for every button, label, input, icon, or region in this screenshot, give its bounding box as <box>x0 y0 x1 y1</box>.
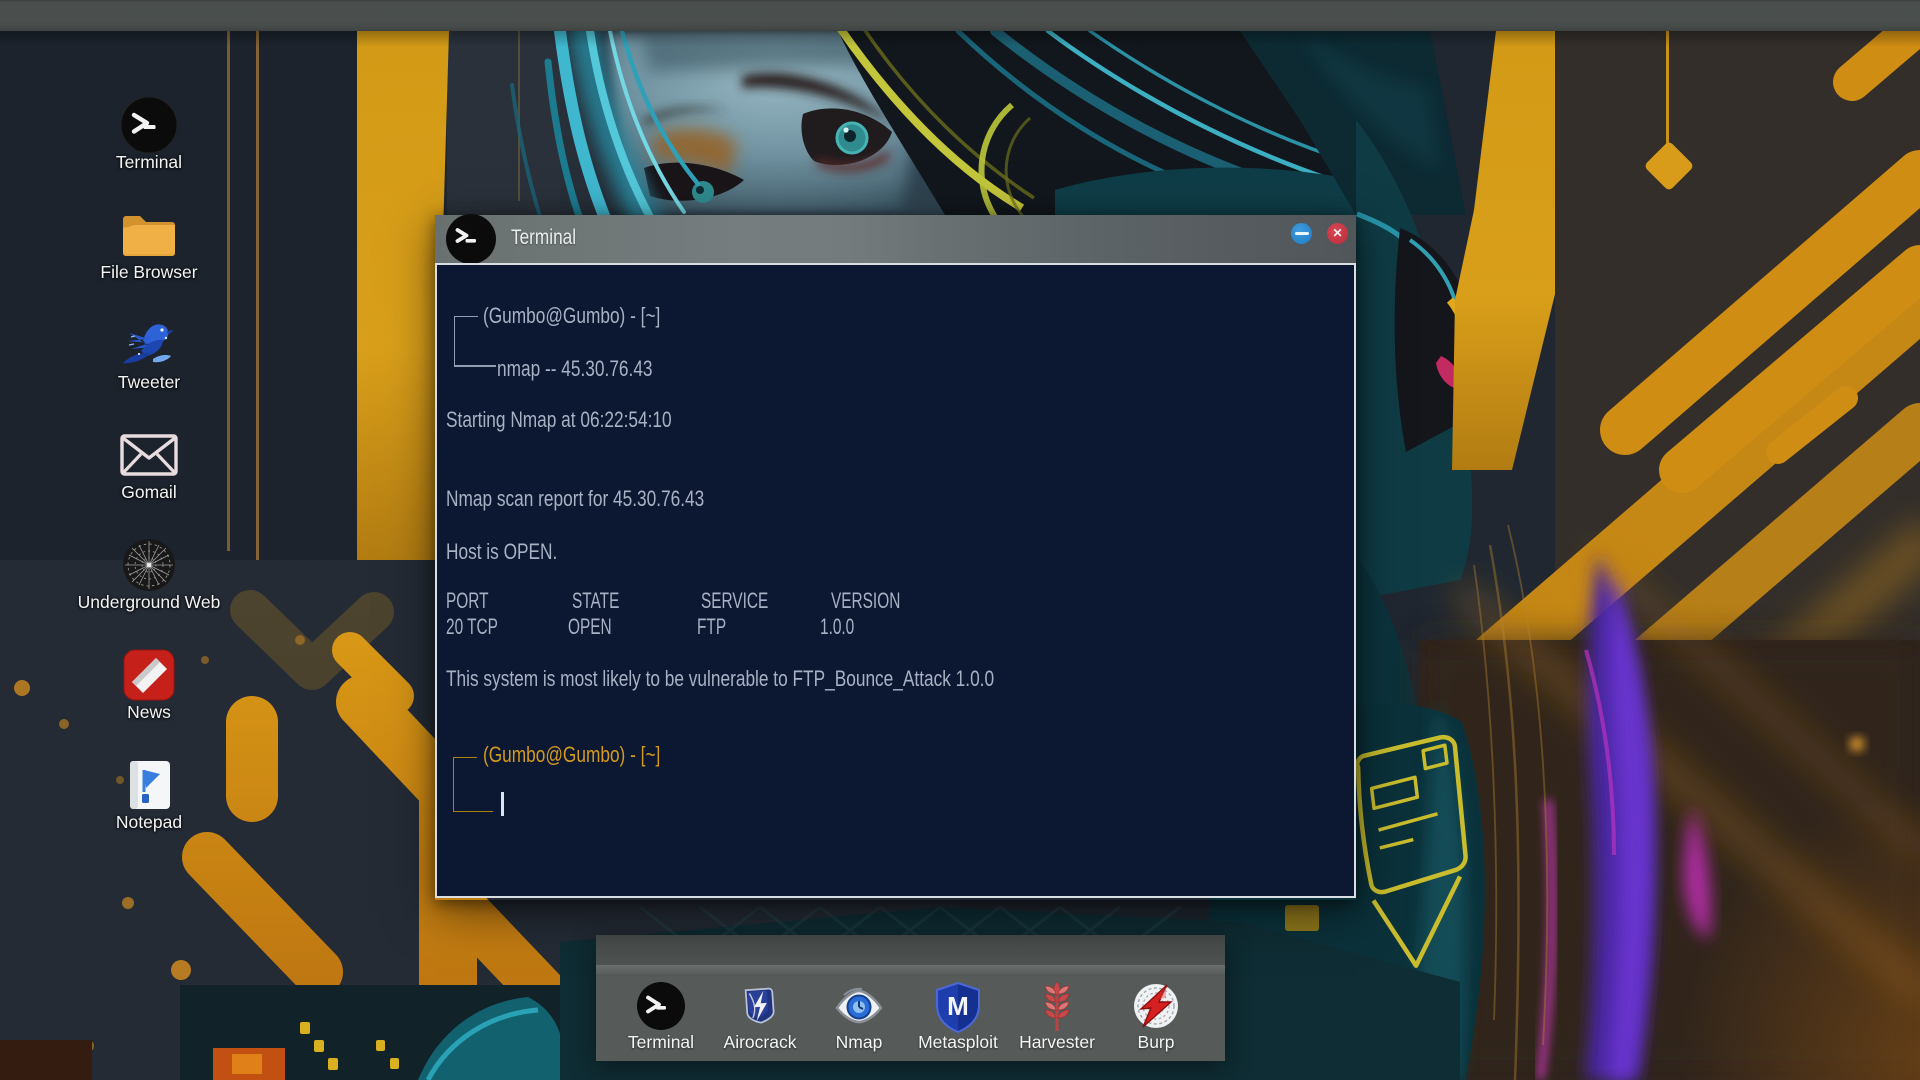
svg-text:M: M <box>947 991 969 1021</box>
